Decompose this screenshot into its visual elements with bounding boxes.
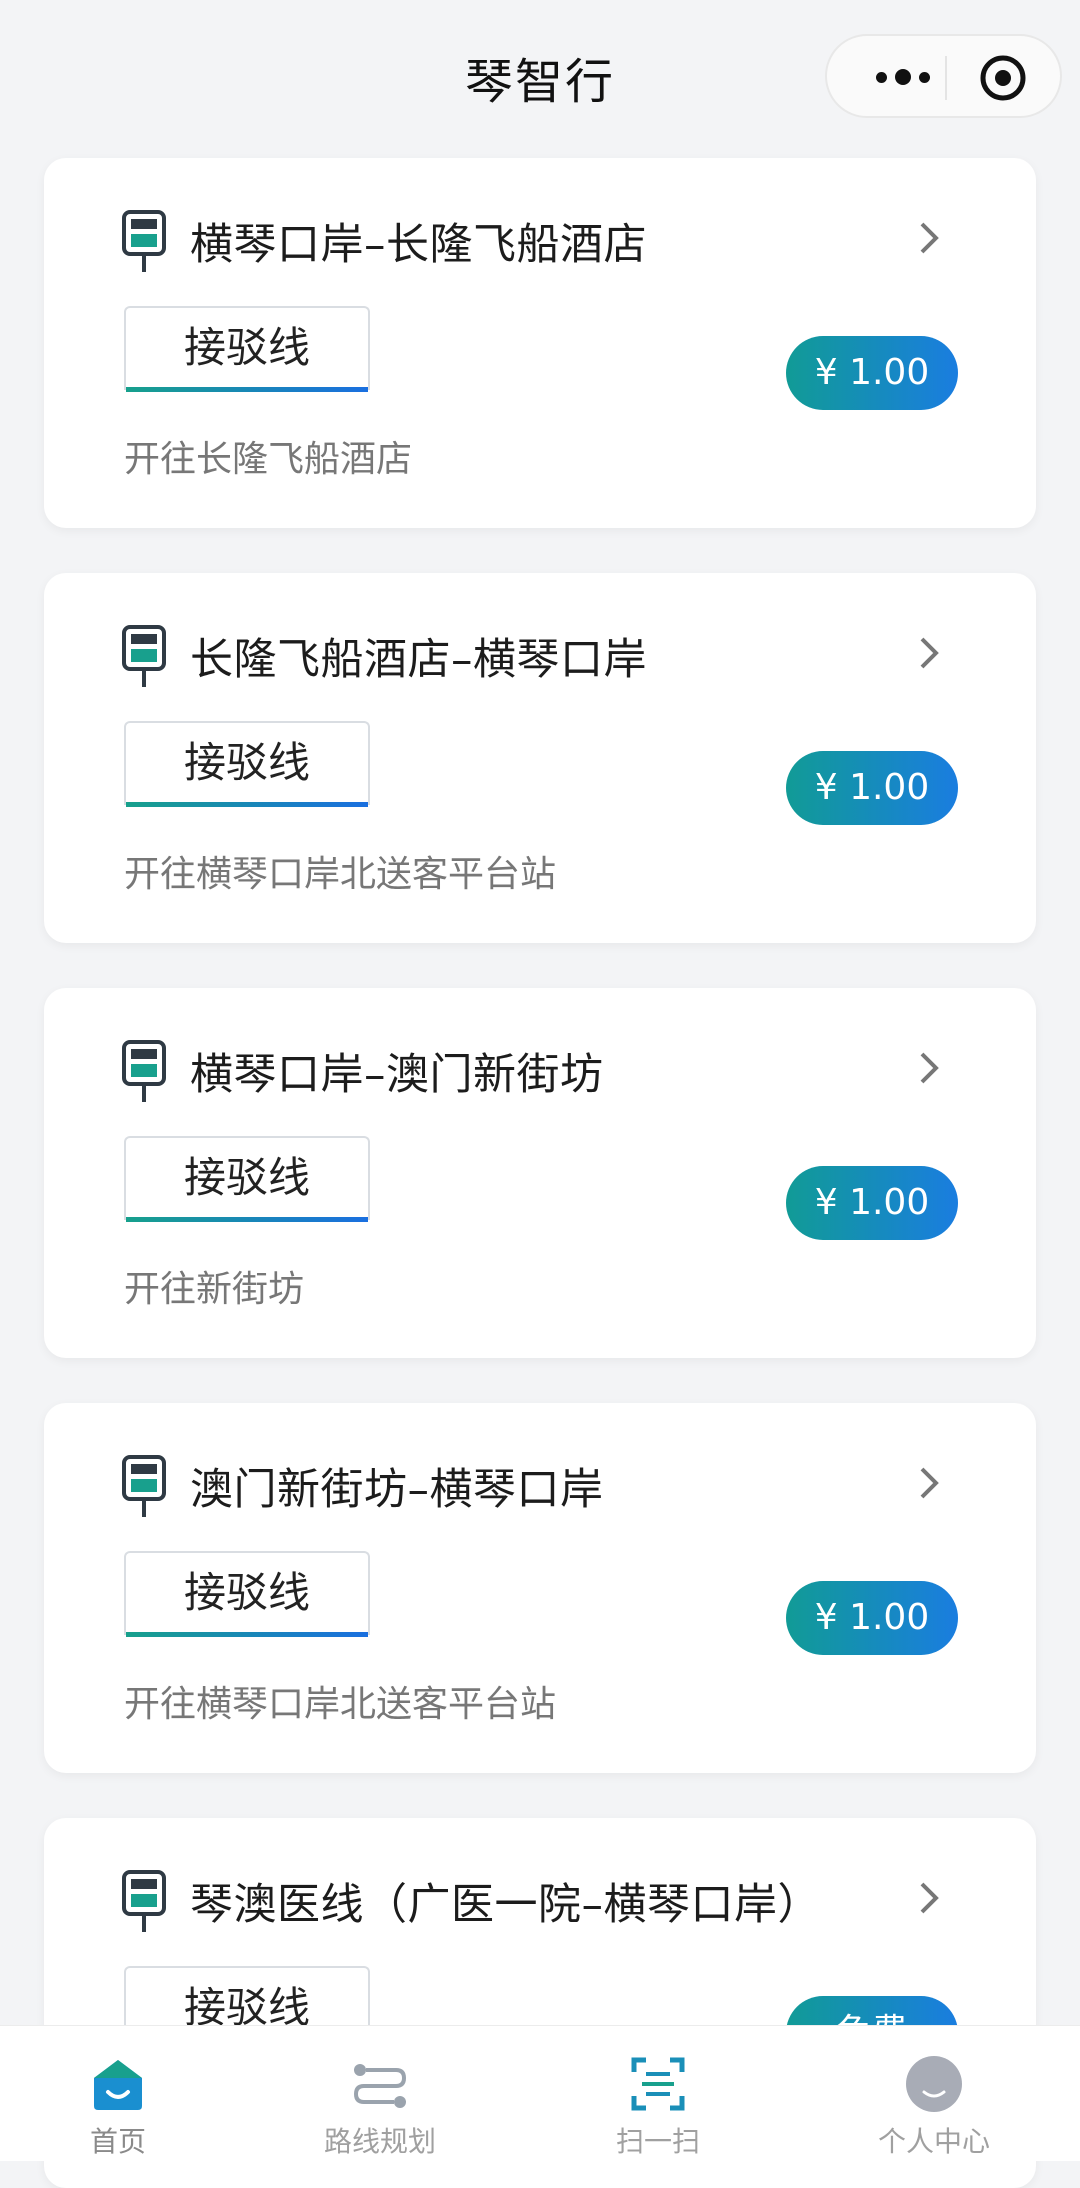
bus-stop-icon [122,625,166,687]
route-destination: 开往横琴口岸北送客平台站 [124,1684,557,1725]
capsule-divider [945,56,947,100]
bus-stop-icon [122,1040,166,1102]
route-icon [353,2064,407,2108]
tab-label: 路线规划 [323,2125,436,2158]
route-name: 长隆飞船酒店–横琴口岸 [190,635,647,685]
chevron-right-icon[interactable] [916,631,944,675]
route-name: 琴澳医线（广医一院–横琴口岸） [190,1880,821,1930]
tab-scan[interactable]: 扫一扫 [558,2026,758,2161]
avatar-icon [906,2056,962,2112]
tab-label: 扫一扫 [615,2125,700,2158]
route-card[interactable]: 澳门新街坊–横琴口岸 接驳线 开往横琴口岸北送客平台站 ¥ 1.00 [44,1403,1036,1773]
bus-stop-icon [122,1455,166,1517]
route-name: 澳门新街坊–横琴口岸 [190,1465,604,1515]
chevron-right-icon[interactable] [916,1046,944,1090]
price-badge: ¥ 1.00 [786,751,958,825]
price-badge: ¥ 1.00 [786,336,958,410]
chevron-right-icon[interactable] [916,1876,944,1920]
tab-home[interactable]: 首页 [18,2026,218,2161]
price-badge: ¥ 1.00 [786,1581,958,1655]
chevron-right-icon[interactable] [916,1461,944,1505]
bus-stop-icon [122,210,166,272]
bottom-tab-bar: 首页 路线规划 扫一扫 个人中心 [0,2025,1080,2161]
route-name: 横琴口岸–长隆飞船酒店 [190,220,647,270]
route-type-tag: 接驳线 [124,721,370,807]
route-destination: 开往长隆飞船酒店 [124,439,413,480]
route-name: 横琴口岸–澳门新街坊 [190,1050,604,1100]
more-icon[interactable] [855,54,951,100]
tab-route-planning[interactable]: 路线规划 [280,2026,480,2161]
tab-label: 个人中心 [877,2125,990,2158]
scan-icon [631,2057,685,2111]
route-type-tag: 接驳线 [124,1551,370,1637]
route-card[interactable]: 长隆飞船酒店–横琴口岸 接驳线 开往横琴口岸北送客平台站 ¥ 1.00 [44,573,1036,943]
tab-profile[interactable]: 个人中心 [834,2026,1034,2161]
home-icon [94,2060,142,2110]
price-badge: ¥ 1.00 [786,1166,958,1240]
header: 琴智行 [0,0,1080,150]
bus-stop-icon [122,1870,166,1932]
chevron-right-icon[interactable] [916,216,944,260]
mini-program-capsule [825,34,1062,118]
close-target-icon[interactable] [977,52,1029,104]
route-destination: 开往新街坊 [124,1269,305,1310]
route-card[interactable]: 横琴口岸–澳门新街坊 接驳线 开往新街坊 ¥ 1.00 [44,988,1036,1358]
tab-label: 首页 [89,2125,146,2158]
route-destination: 开往横琴口岸北送客平台站 [124,854,557,895]
route-type-tag: 接驳线 [124,306,370,392]
route-type-tag: 接驳线 [124,1136,370,1222]
route-card[interactable]: 横琴口岸–长隆飞船酒店 接驳线 开往长隆飞船酒店 ¥ 1.00 [44,158,1036,528]
